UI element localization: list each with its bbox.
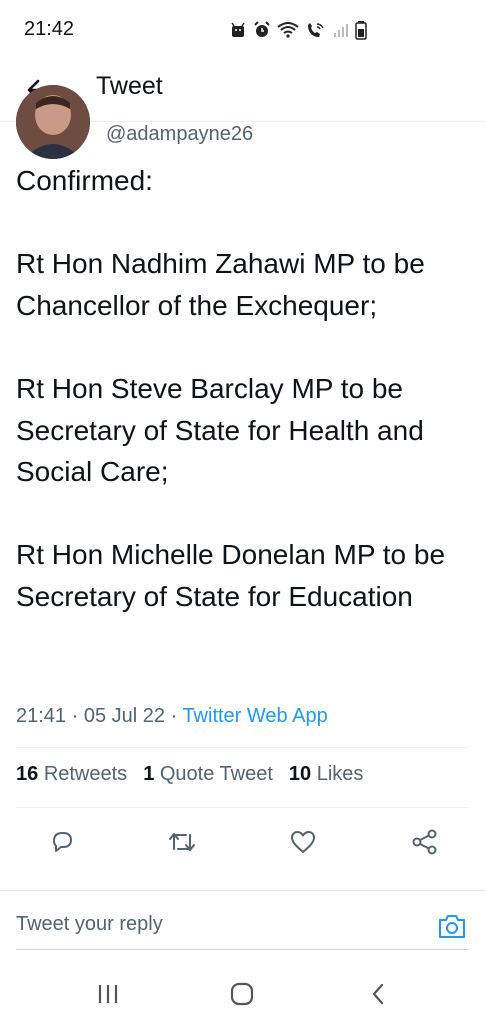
tweet-time: 21:41 (16, 705, 67, 727)
share-icon (412, 829, 437, 855)
signal-icon (333, 21, 349, 39)
wifi-calling-icon (305, 21, 327, 39)
divider (16, 747, 469, 748)
likes-stat[interactable]: 10 Likes (289, 763, 364, 786)
wifi-icon (277, 21, 299, 39)
divider (16, 807, 469, 808)
camera-button[interactable] (435, 909, 469, 943)
reply-button[interactable] (42, 822, 82, 862)
likes-count: 10 (288, 763, 312, 785)
camera-icon (439, 915, 465, 938)
page-title: Tweet (96, 72, 163, 100)
android-nav-bar (0, 960, 485, 1024)
battery-icon (355, 20, 367, 40)
tweet-date: 05 Jul 22 (83, 705, 166, 727)
alarm-icon (253, 21, 271, 39)
tweet-meta: 21:41 · 05 Jul 22 · Twitter Web App (16, 705, 328, 728)
like-icon (291, 831, 315, 853)
status-icons (229, 18, 367, 42)
back-icon (372, 983, 384, 1005)
tweet-source-link[interactable]: Twitter Web App (182, 705, 327, 727)
like-button[interactable] (283, 822, 323, 862)
tweet-author[interactable]: @adampayne26 (16, 85, 476, 159)
retweets-label: Retweets (43, 763, 128, 785)
recent-apps-button[interactable] (88, 974, 128, 1014)
quotes-stat[interactable]: 1 Quote Tweet (143, 763, 273, 786)
tweet-stats: 16 Retweets 1 Quote Tweet 10 Likes (16, 763, 363, 786)
home-button[interactable] (222, 974, 262, 1014)
quotes-count: 1 (143, 763, 155, 785)
retweets-count: 16 (16, 763, 39, 785)
reply-underline (16, 949, 469, 950)
tweet-text: Confirmed: Rt Hon Nadhim Zahawi MP to be… (16, 165, 446, 612)
recent-apps-icon (98, 985, 118, 1003)
reply-bar: Tweet your reply (0, 890, 485, 960)
tweet-actions (0, 822, 485, 862)
tweet-detail-screen: 21:42 Tweet @adampayne26 Confirmed: Rt H… (0, 0, 485, 1024)
retweets-stat[interactable]: 16 Retweets (16, 763, 127, 786)
likes-label: Likes (316, 763, 364, 785)
author-handle[interactable]: @adampayne26 (106, 123, 253, 146)
meta-separator: · (165, 705, 183, 727)
reply-input[interactable]: Tweet your reply (16, 913, 163, 936)
avatar[interactable] (16, 85, 90, 159)
status-time: 21:42 (24, 18, 75, 40)
android-icon (229, 21, 247, 39)
retweet-button[interactable] (162, 822, 202, 862)
retweet-icon (169, 833, 195, 851)
share-button[interactable] (405, 822, 445, 862)
home-icon (230, 982, 254, 1006)
reply-icon (53, 832, 72, 852)
meta-separator: · (66, 705, 84, 727)
nav-back-button[interactable] (358, 974, 398, 1014)
quotes-label: Quote Tweet (159, 763, 273, 785)
status-bar: 21:42 (0, 0, 485, 58)
